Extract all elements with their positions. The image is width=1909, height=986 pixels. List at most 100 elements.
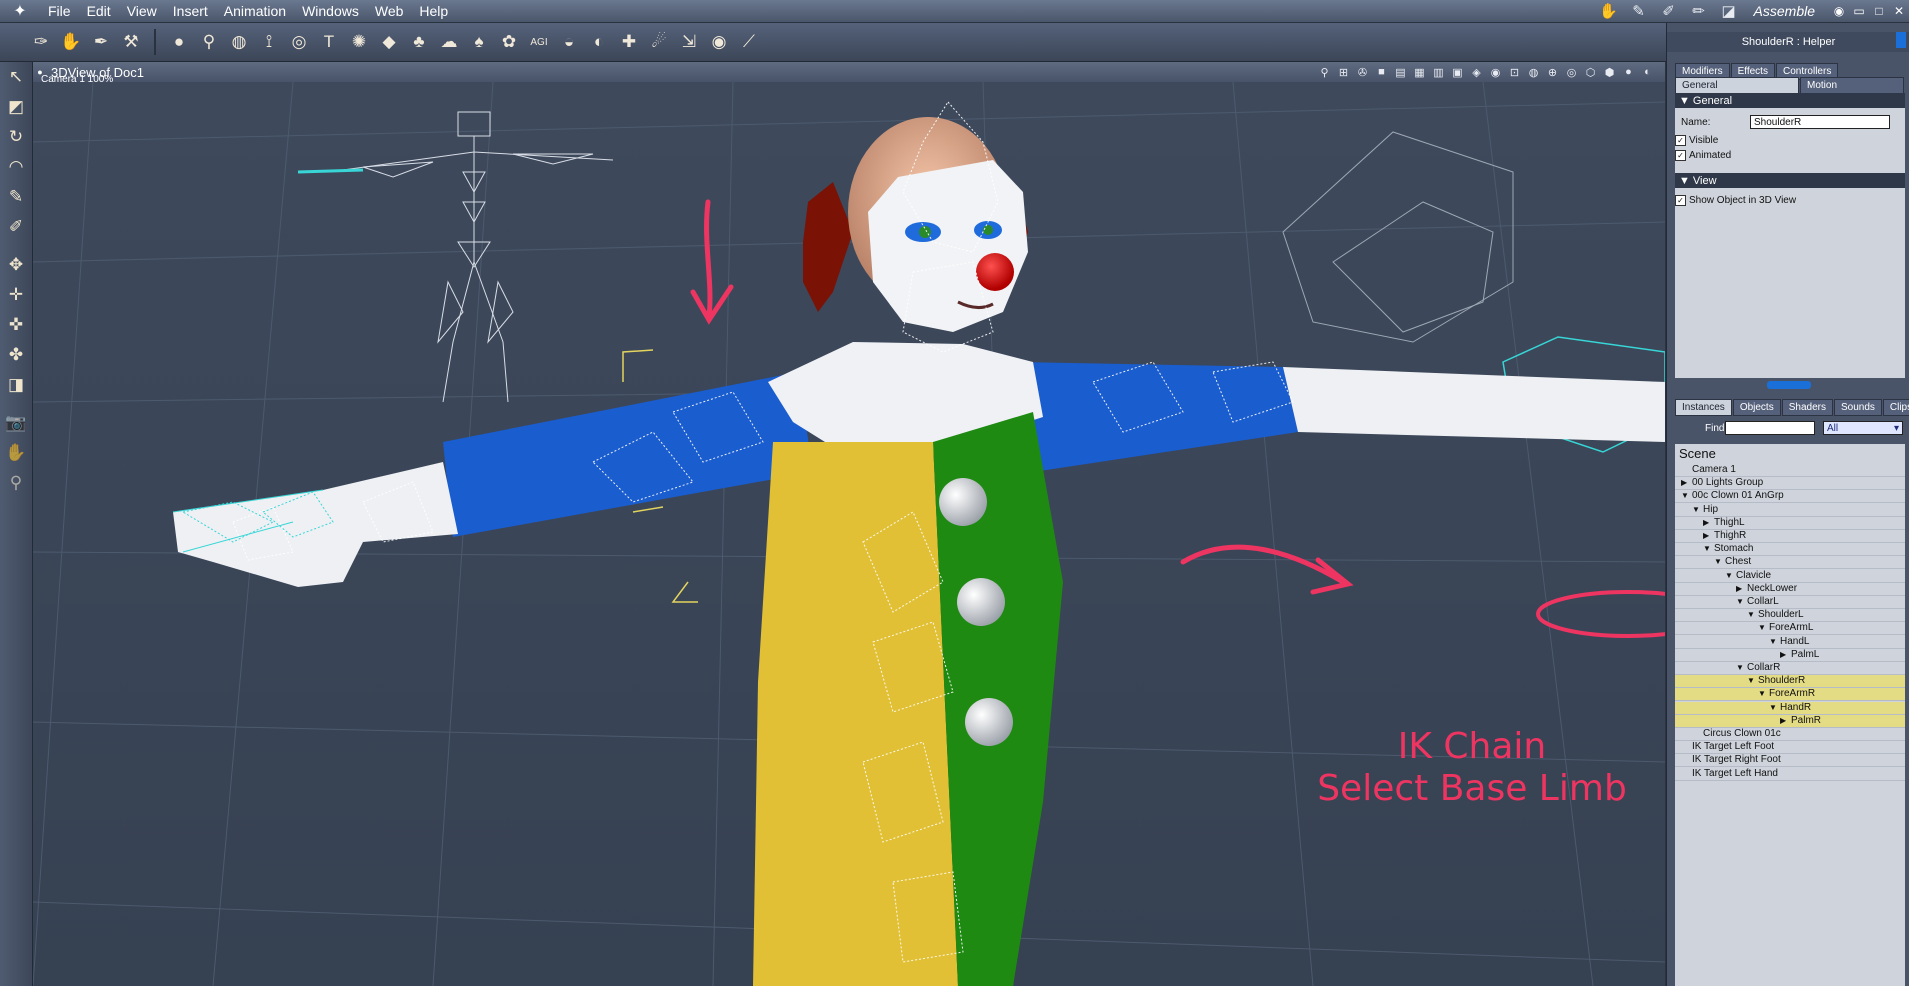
hammer-tool-icon[interactable]: ⚒ (117, 28, 145, 56)
panel-splitter[interactable] (1767, 381, 1811, 389)
menu-help[interactable]: Help (411, 0, 456, 22)
tab-shaders[interactable]: Shaders (1781, 399, 1833, 416)
viewport-tool-icon[interactable]: ⬡ (1582, 64, 1599, 80)
tab-objects[interactable]: Objects (1732, 399, 1781, 416)
expand-down-icon[interactable]: ▼ (1714, 557, 1722, 566)
tree-item[interactable]: ▼ Hip (1675, 504, 1905, 517)
pin-icon[interactable]: ✚ (615, 28, 643, 56)
expand-right-icon[interactable]: ▶ (1780, 650, 1786, 659)
hand-icon[interactable]: ♠ (465, 28, 493, 56)
gear-shape-icon[interactable]: ✺ (345, 28, 373, 56)
move-tool-icon[interactable]: ✥ (0, 250, 32, 280)
pointer-tool-icon[interactable]: ↖ (0, 62, 32, 92)
cylinder-primitive-icon[interactable]: ⚲ (195, 28, 223, 56)
tree-item[interactable]: ▶ 00 Lights Group (1675, 477, 1905, 491)
scene-render[interactable] (33, 82, 1665, 986)
close-button[interactable]: ✕ (1889, 2, 1909, 20)
paint-tool-icon[interactable]: ✒ (87, 28, 115, 56)
3d-viewport[interactable]: ● 3DView of Doc1 ⚲ ⊞ ✇ ■ ▤ ▦ ▥ ▣ ◈ ◉ ⊡ ◍ ⊕ ◎ ⬡ ⬢ ● ◐ (33, 62, 1665, 986)
tree-item[interactable]: ▼ HandL (1675, 636, 1905, 649)
filter-select[interactable]: All ▾ (1823, 421, 1903, 435)
section-general[interactable]: ▼ General (1675, 93, 1905, 108)
find-input[interactable] (1725, 421, 1815, 435)
viewport-tool-icon[interactable]: ▣ (1449, 64, 1466, 80)
move-xy-tool-icon[interactable]: ✛ (0, 280, 32, 310)
camera-icon[interactable]: ☄ (645, 28, 673, 56)
expand-down-icon[interactable]: ▼ (1681, 491, 1689, 500)
menu-web[interactable]: Web (367, 0, 412, 22)
tree-item[interactable]: ▶ PalmL (1675, 649, 1905, 662)
tree-item[interactable]: ▶ ThighR (1675, 530, 1905, 543)
bone-icon[interactable]: ⟟ (255, 28, 283, 56)
menu-view[interactable]: View (119, 0, 165, 22)
expand-down-icon[interactable]: ▼ (1747, 610, 1755, 619)
expand-right-icon[interactable]: ▶ (1703, 531, 1709, 540)
expand-right-icon[interactable]: ▶ (1736, 584, 1742, 593)
room-pen-icon[interactable]: ✐ (1656, 1, 1682, 21)
tab-instances[interactable]: Instances (1675, 399, 1732, 416)
tab-motion[interactable]: Motion (1800, 77, 1904, 94)
room-hand-icon[interactable]: ✋ (1596, 1, 1622, 21)
sphere-primitive-icon[interactable]: ● (165, 28, 193, 56)
tab-sounds[interactable]: Sounds (1833, 399, 1882, 416)
expand-right-icon[interactable]: ▶ (1703, 518, 1709, 527)
tree-item[interactable]: Circus Clown 01c (1675, 728, 1905, 741)
expand-down-icon[interactable]: ▼ (1769, 703, 1777, 712)
expand-down-icon[interactable]: ▼ (1758, 689, 1766, 698)
app-logo-icon[interactable]: ✦ (0, 0, 40, 22)
tree-item[interactable]: ▼ ForeArmR (1675, 688, 1905, 702)
target-icon[interactable]: ◉ (705, 28, 733, 56)
viewport-tool-icon[interactable]: ■ (1373, 64, 1390, 80)
tree-item[interactable]: ▶ ThighL (1675, 517, 1905, 530)
maximize-button[interactable]: □ (1869, 2, 1889, 20)
viewport-tool-icon[interactable]: ◎ (1563, 64, 1580, 80)
hand-tool-icon[interactable]: ✋ (57, 28, 85, 56)
torus-icon[interactable]: ◎ (285, 28, 313, 56)
expand-down-icon[interactable]: ▼ (1769, 637, 1777, 646)
agi-icon[interactable]: AGI (525, 28, 553, 56)
direct-select-tool-icon[interactable]: ◩ (0, 92, 32, 122)
tree-item[interactable]: ▶ NeckLower (1675, 583, 1905, 596)
pen-tool-icon[interactable]: ✎ (0, 182, 32, 212)
lathe-icon[interactable]: ◐ (585, 28, 613, 56)
select-tool-icon[interactable]: ✑ (27, 28, 55, 56)
expand-down-icon[interactable]: ▼ (1703, 544, 1711, 553)
room-pencil-icon[interactable]: ✏ (1686, 1, 1712, 21)
tree-item[interactable]: ▼ HandR (1675, 701, 1905, 715)
viewport-tool-icon[interactable]: ⊞ (1335, 64, 1352, 80)
universal-tool-icon[interactable]: ✤ (0, 340, 32, 370)
expand-down-icon[interactable]: ▼ (1747, 676, 1755, 685)
zoom-tool-icon[interactable]: ⚲ (0, 468, 32, 498)
expand-right-icon[interactable]: ▶ (1780, 716, 1786, 725)
tree-item[interactable]: ▼ CollarL (1675, 596, 1905, 609)
visible-checkbox[interactable]: ✓ Visible (1675, 135, 1718, 146)
expand-down-icon[interactable]: ▼ (1725, 571, 1733, 580)
name-field[interactable]: ShoulderR (1750, 115, 1890, 129)
viewport-tool-icon[interactable]: ▦ (1411, 64, 1428, 80)
expand-down-icon[interactable]: ▼ (1736, 663, 1744, 672)
viewport-tool-icon[interactable]: ⚲ (1316, 64, 1333, 80)
tree-icon[interactable]: ♣ (405, 28, 433, 56)
tree-item[interactable]: ▼ CollarR (1675, 662, 1905, 675)
pan-tool-icon[interactable]: ✋ (0, 438, 32, 468)
tree-item[interactable]: ▼ ShoulderL (1675, 609, 1905, 623)
arrows-icon[interactable]: ⇲ (675, 28, 703, 56)
viewport-tool-icon[interactable]: ✇ (1354, 64, 1371, 80)
move-z-tool-icon[interactable]: ✜ (0, 310, 32, 340)
tree-item[interactable]: IK Target Right Foot (1675, 754, 1905, 768)
animated-checkbox[interactable]: ✓ Animated (1675, 150, 1731, 161)
tree-item[interactable]: ▼ Clavicle (1675, 570, 1905, 583)
tree-item[interactable]: ▼ Chest (1675, 556, 1905, 570)
menu-file[interactable]: File (40, 0, 79, 22)
knife-tool-icon[interactable]: ✐ (0, 212, 32, 242)
expand-down-icon[interactable]: ▼ (1692, 505, 1700, 514)
section-view[interactable]: ▼ View (1675, 173, 1905, 188)
camera-tool-icon[interactable]: 📷 (0, 408, 32, 438)
viewport-tool-icon[interactable]: ◉ (1487, 64, 1504, 80)
expand-down-icon[interactable]: ▼ (1758, 623, 1766, 632)
tree-item[interactable]: IK Target Left Hand (1675, 768, 1905, 781)
show-object-checkbox[interactable]: ✓ Show Object in 3D View (1675, 195, 1796, 206)
tree-item[interactable]: ▶ PalmR (1675, 714, 1905, 728)
tab-clips[interactable]: Clips (1882, 399, 1909, 416)
twist-tool-icon[interactable]: ◠ (0, 152, 32, 182)
